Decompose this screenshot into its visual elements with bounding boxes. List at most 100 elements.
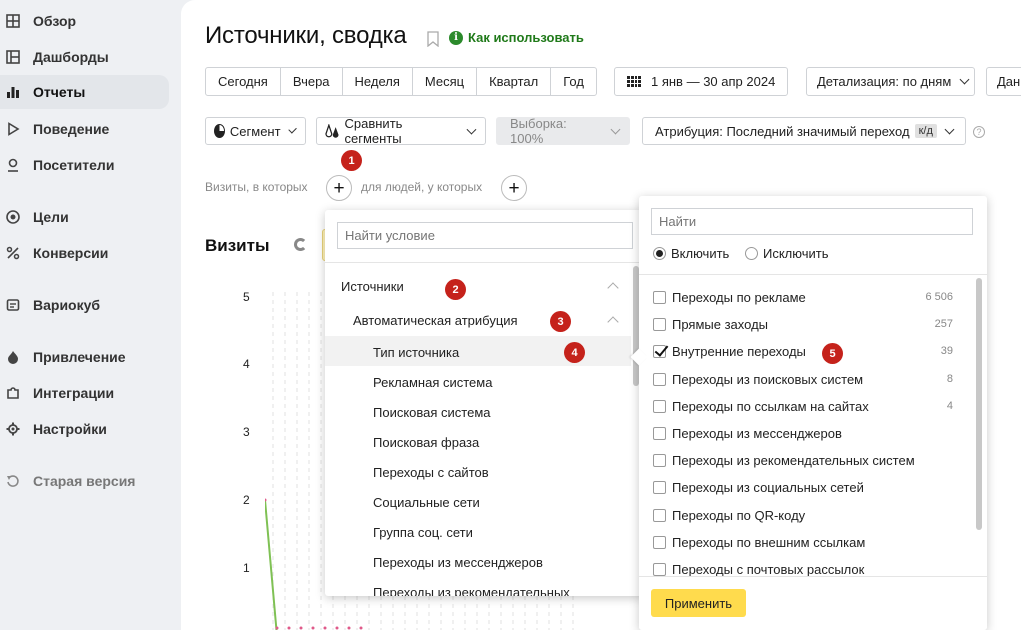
exclude-label: Исключить <box>763 246 829 261</box>
chevron-up-icon[interactable] <box>607 316 619 328</box>
sidebar-item-label: Старая версия <box>33 473 136 489</box>
value-item[interactable]: Переходы из поисковых систем 8 <box>653 369 953 389</box>
chevron-down-icon <box>959 74 970 85</box>
checkbox-checked[interactable] <box>653 344 666 358</box>
value-item[interactable]: Переходы по ссылкам на сайтах 4 <box>653 396 953 416</box>
add-people-condition-button[interactable]: + <box>501 175 527 201</box>
sidebar-item-dashboards[interactable]: Дашборды <box>0 40 169 74</box>
period-week[interactable]: Неделя <box>343 68 413 95</box>
checkbox[interactable] <box>653 535 666 549</box>
sidebar-item-goals[interactable]: Цели <box>0 200 169 234</box>
checkbox[interactable] <box>653 372 666 386</box>
data-point <box>335 626 339 630</box>
checkbox[interactable] <box>653 562 666 576</box>
value-item[interactable]: Переходы по рекламе 6 506 <box>653 287 953 307</box>
main-panel: Источники, сводка i Как использовать Сег… <box>181 0 1021 630</box>
condition-group-sources[interactable]: Источники <box>341 279 404 294</box>
compare-segments-button[interactable]: Сравнить сегменты <box>316 116 486 146</box>
sidebar-item-label: Настройки <box>33 421 107 437</box>
segment-icon <box>214 124 225 138</box>
refresh-icon[interactable] <box>294 238 307 251</box>
period-year[interactable]: Год <box>551 68 596 95</box>
sidebar-item-overview[interactable]: Обзор <box>0 4 169 38</box>
people-condition-label: для людей, у которых <box>361 180 483 194</box>
period-today[interactable]: Сегодня <box>206 68 281 95</box>
condition-item-recommendation[interactable]: Переходы из рекомендательных <box>373 585 570 596</box>
condition-item-search-phrase[interactable]: Поисковая фраза <box>373 435 479 450</box>
value-item[interactable]: Переходы из мессенджеров <box>653 423 953 443</box>
value-label: Переходы по рекламе <box>672 289 806 305</box>
condition-item-search-engine[interactable]: Поисковая система <box>373 405 491 420</box>
value-item[interactable]: Прямые заходы 257 <box>653 314 953 334</box>
include-label: Включить <box>671 246 730 261</box>
help-icon[interactable]: ? <box>973 126 985 138</box>
value-label: Переходы из социальных сетей <box>672 479 864 495</box>
gear-icon <box>5 421 21 437</box>
compare-icon <box>325 124 339 138</box>
value-search-input[interactable] <box>651 208 973 235</box>
sidebar-item-old-version[interactable]: Старая версия <box>0 464 169 498</box>
visits-condition-label: Визиты, в которых <box>205 180 308 194</box>
condition-item-messengers[interactable]: Переходы из мессенджеров <box>373 555 543 570</box>
period-quarter[interactable]: Квартал <box>477 68 552 95</box>
condition-item-source-type[interactable]: Тип источника <box>373 345 459 360</box>
date-range-label: 1 янв — 30 апр 2024 <box>651 74 776 89</box>
condition-search-input[interactable] <box>337 222 633 249</box>
add-visit-condition-button[interactable]: + <box>326 175 352 201</box>
condition-item-site-referrals[interactable]: Переходы с сайтов <box>373 465 489 480</box>
info-icon: i <box>449 30 463 45</box>
condition-item-ad-system[interactable]: Рекламная система <box>373 375 492 390</box>
sidebar-item-conversions[interactable]: Конверсии <box>0 236 169 270</box>
condition-item-social-networks[interactable]: Социальные сети <box>373 495 480 510</box>
sidebar-item-variocube[interactable]: Вариокуб <box>0 288 169 322</box>
data-point <box>359 626 363 630</box>
value-dropdown-footer: Применить <box>639 576 987 630</box>
value-scrollbar[interactable] <box>976 278 982 530</box>
value-label: Переходы по QR-коду <box>672 507 806 523</box>
include-radio[interactable]: Включить <box>653 246 729 261</box>
value-item[interactable]: Переходы из рекомендательных систем <box>653 450 953 470</box>
sidebar-item-label: Вариокуб <box>33 297 101 313</box>
period-yesterday[interactable]: Вчера <box>281 68 343 95</box>
data-point <box>347 626 351 630</box>
value-item[interactable]: Внутренние переходы 39 <box>653 341 953 361</box>
how-to-use-link[interactable]: i Как использовать <box>449 30 584 45</box>
value-item[interactable]: Переходы по внешним ссылкам <box>653 532 953 552</box>
apply-button[interactable]: Применить <box>651 589 746 617</box>
condition-subgroup-auto-attribution[interactable]: Автоматическая атрибуция <box>353 313 518 328</box>
checkbox[interactable] <box>653 426 666 440</box>
y-tick-label: 4 <box>243 357 250 371</box>
radio-selected <box>653 247 666 260</box>
sample-dropdown[interactable]: Выборка: 100% <box>496 116 630 146</box>
checkbox[interactable] <box>653 480 666 494</box>
period-month[interactable]: Месяц <box>413 68 478 95</box>
checkbox[interactable] <box>653 453 666 467</box>
detail-dropdown[interactable]: Детализация: по дням <box>806 67 975 96</box>
sidebar-item-settings[interactable]: Настройки <box>0 412 169 446</box>
date-range-button[interactable]: 1 янв — 30 апр 2024 <box>614 67 788 96</box>
condition-item-social-group[interactable]: Группа соц. сети <box>373 525 473 540</box>
value-item[interactable]: Переходы из социальных сетей <box>653 477 953 497</box>
checkbox[interactable] <box>653 290 666 304</box>
bookmark-icon[interactable] <box>427 31 439 47</box>
sidebar-item-visitors[interactable]: Посетители <box>0 148 169 182</box>
segment-button[interactable]: Сегмент <box>205 117 306 145</box>
data-button[interactable]: Дан <box>986 67 1021 96</box>
y-tick-label: 3 <box>243 425 250 439</box>
attribution-label: Атрибуция: Последний значимый переход <box>655 123 910 139</box>
sidebar-item-acquisition[interactable]: Привлечение <box>0 340 169 374</box>
step-badge-5: 5 <box>822 343 843 364</box>
value-label: Переходы с почтовых рассылок <box>672 561 865 577</box>
checkbox[interactable] <box>653 317 666 331</box>
sidebar-item-reports[interactable]: Отчеты <box>0 75 169 109</box>
checkbox[interactable] <box>653 399 666 413</box>
sidebar-item-behavior[interactable]: Поведение <box>0 112 169 146</box>
exclude-radio[interactable]: Исключить <box>745 246 829 261</box>
user-icon <box>5 157 21 173</box>
sidebar-item-integrations[interactable]: Интеграции <box>0 376 169 410</box>
checkbox[interactable] <box>653 508 666 522</box>
value-item[interactable]: Переходы по QR-коду <box>653 505 953 525</box>
value-label: Переходы по внешним ссылкам <box>672 534 866 550</box>
attribution-dropdown[interactable]: Атрибуция: Последний значимый переход к/… <box>642 117 966 145</box>
chevron-up-icon[interactable] <box>607 282 619 294</box>
